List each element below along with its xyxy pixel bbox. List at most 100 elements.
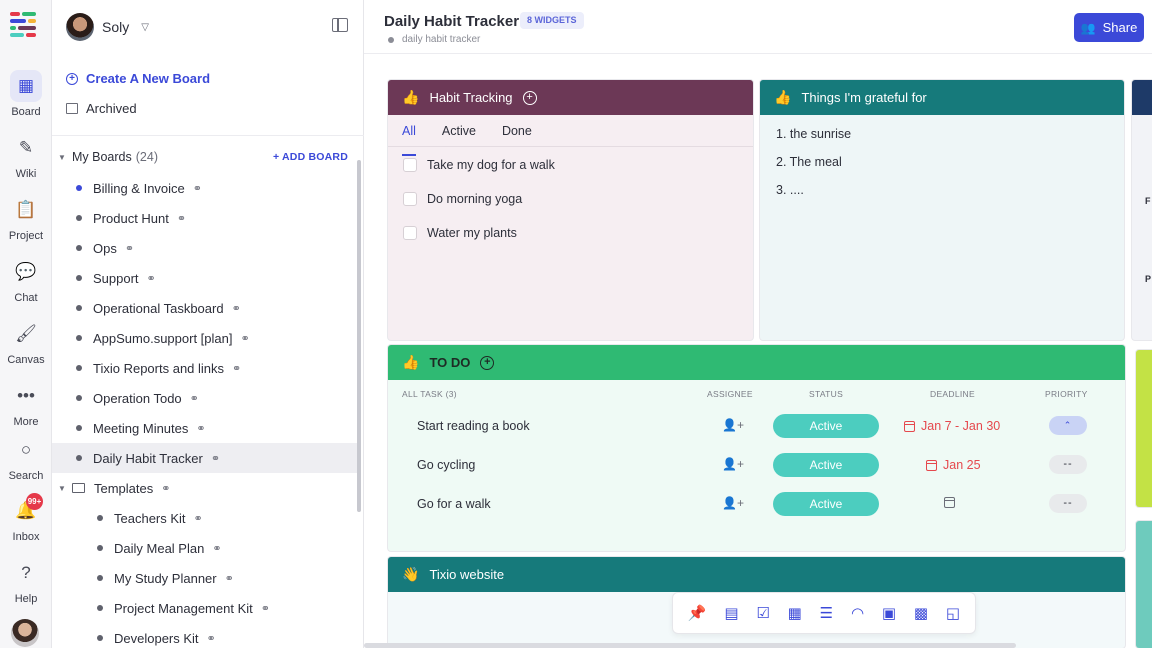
rail-wiki[interactable]: ✎ Wiki bbox=[0, 132, 52, 180]
share-icon[interactable]: ⚭ bbox=[190, 392, 199, 405]
sidebar-scrollbar[interactable] bbox=[357, 160, 361, 512]
sticky-note-icon[interactable]: ◱ bbox=[946, 604, 960, 622]
deadline[interactable]: Jan 25 bbox=[926, 458, 981, 472]
profile-avatar[interactable] bbox=[11, 619, 39, 647]
tab-done[interactable]: Done bbox=[502, 124, 532, 146]
board-item[interactable]: Billing & Invoice ⚭ bbox=[52, 173, 358, 203]
task-name[interactable]: Start reading a book bbox=[417, 419, 530, 433]
rail-chat[interactable]: 💬 Chat bbox=[0, 256, 52, 304]
task-name[interactable]: Go for a walk bbox=[417, 497, 491, 511]
board-item[interactable]: Operation Todo ⚭ bbox=[52, 383, 358, 413]
deadline[interactable]: Jan 7 - Jan 30 bbox=[904, 419, 1000, 433]
tixio-logo[interactable] bbox=[10, 12, 38, 40]
grateful-list[interactable]: 1. the sunrise 2. The meal 3. .... bbox=[760, 115, 1124, 223]
widget-title[interactable]: TO DO bbox=[429, 355, 470, 370]
rail-help[interactable]: ? Help bbox=[0, 557, 52, 605]
priority-badge[interactable]: ⌃ bbox=[1049, 416, 1087, 435]
board-item[interactable]: Product Hunt ⚭ bbox=[52, 203, 358, 233]
rail-project[interactable]: 📋 Project bbox=[0, 194, 52, 242]
board-item[interactable]: AppSumo.support [plan] ⚭ bbox=[52, 323, 358, 353]
template-item[interactable]: Daily Meal Plan ⚭ bbox=[52, 533, 358, 563]
share-icon[interactable]: ⚭ bbox=[177, 212, 186, 225]
share-icon[interactable]: ⚭ bbox=[261, 602, 270, 615]
archived-link[interactable]: Archived bbox=[66, 101, 137, 116]
board-description[interactable]: daily habit tracker bbox=[388, 34, 480, 45]
add-assignee-icon[interactable]: 👤+ bbox=[722, 457, 744, 471]
rail-search[interactable]: ○ Search bbox=[0, 434, 52, 482]
rail-canvas[interactable]: 🖌 Canvas bbox=[0, 318, 52, 366]
add-assignee-icon[interactable]: 👤+ bbox=[722, 418, 744, 432]
rss-icon[interactable]: ◠ bbox=[851, 604, 864, 622]
share-button[interactable]: 👥 Share bbox=[1074, 13, 1144, 42]
checkbox[interactable] bbox=[403, 158, 417, 172]
rail-board[interactable]: ▦ Board bbox=[0, 70, 52, 118]
share-icon[interactable]: ⚭ bbox=[212, 542, 221, 555]
page-title[interactable]: Daily Habit Tracker bbox=[384, 13, 519, 30]
board-item[interactable]: Tixio Reports and links ⚭ bbox=[52, 353, 358, 383]
widget-title[interactable]: Things I'm grateful for bbox=[801, 90, 926, 105]
document-icon[interactable]: ☰ bbox=[820, 604, 833, 622]
notebook-icon[interactable]: ▤ bbox=[724, 604, 738, 622]
share-icon[interactable]: ⚭ bbox=[232, 362, 241, 375]
rail-label: Wiki bbox=[15, 168, 37, 180]
board-item[interactable]: Operational Taskboard ⚭ bbox=[52, 293, 358, 323]
deadline[interactable] bbox=[944, 497, 961, 508]
board-item-selected[interactable]: Daily Habit Tracker ⚭ bbox=[52, 443, 358, 473]
canvas-scrollbar[interactable] bbox=[364, 643, 1016, 648]
share-icon[interactable]: ⚭ bbox=[193, 182, 202, 195]
checkbox[interactable] bbox=[403, 192, 417, 206]
share-icon[interactable]: ⚭ bbox=[125, 242, 134, 255]
checkbox[interactable] bbox=[403, 226, 417, 240]
template-item[interactable]: Project Management Kit ⚭ bbox=[52, 593, 358, 623]
priority-badge[interactable]: -- bbox=[1049, 494, 1087, 513]
caret-down-icon[interactable]: ▼ bbox=[58, 153, 72, 162]
add-assignee-icon[interactable]: 👤+ bbox=[722, 496, 744, 510]
layout-icon[interactable]: ▣ bbox=[882, 604, 896, 622]
priority-badge[interactable]: -- bbox=[1049, 455, 1087, 474]
template-item[interactable]: Developers Kit ⚭ bbox=[52, 623, 358, 653]
tab-all[interactable]: All bbox=[402, 124, 416, 156]
share-icon[interactable]: ⚭ bbox=[194, 512, 203, 525]
share-icon[interactable]: ⚭ bbox=[211, 452, 220, 465]
table-icon[interactable]: ▦ bbox=[788, 604, 802, 622]
checkbox-icon[interactable]: ☑ bbox=[756, 604, 769, 622]
create-board-button[interactable]: + Create A New Board bbox=[66, 71, 210, 86]
habit-label[interactable]: Take my dog for a walk bbox=[427, 158, 555, 172]
list-item: 2. The meal bbox=[776, 155, 842, 169]
habit-label[interactable]: Do morning yoga bbox=[427, 192, 522, 206]
add-item-icon[interactable]: + bbox=[522, 90, 537, 105]
add-task-icon[interactable]: + bbox=[480, 355, 495, 370]
calendar-icon[interactable]: ▩ bbox=[914, 604, 928, 622]
share-icon[interactable]: ⚭ bbox=[225, 572, 234, 585]
status-pill[interactable]: Active bbox=[773, 414, 879, 438]
user-switcher[interactable]: Soly ▽ bbox=[66, 12, 149, 42]
task-name[interactable]: Go cycling bbox=[417, 458, 475, 472]
board-item[interactable]: Support ⚭ bbox=[52, 263, 358, 293]
widget-title[interactable]: Habit Tracking bbox=[429, 90, 512, 105]
share-icon[interactable]: ⚭ bbox=[207, 632, 216, 645]
board-item[interactable]: Ops ⚭ bbox=[52, 233, 358, 263]
share-icon[interactable]: ⚭ bbox=[161, 482, 170, 495]
template-item[interactable]: My Study Planner ⚭ bbox=[52, 563, 358, 593]
section-count: (24) bbox=[135, 150, 158, 164]
tab-active[interactable]: Active bbox=[442, 124, 476, 146]
status-pill[interactable]: Active bbox=[773, 492, 879, 516]
todo-widget: 👍 TO DO + ALL TASK (3) ASSIGNEE STATUS D… bbox=[388, 345, 1125, 551]
widget-title[interactable]: Tixio website bbox=[429, 567, 504, 582]
templates-folder[interactable]: ▼ Templates ⚭ bbox=[52, 473, 358, 503]
table-row[interactable]: Start reading a book 👤+ Active Jan 7 - J… bbox=[388, 408, 1125, 447]
board-item[interactable]: Meeting Minutes ⚭ bbox=[52, 413, 358, 443]
share-icon[interactable]: ⚭ bbox=[196, 422, 205, 435]
table-row[interactable]: Go cycling 👤+ Active Jan 25 -- bbox=[388, 447, 1125, 486]
table-row[interactable]: Go for a walk 👤+ Active -- bbox=[388, 486, 1125, 525]
add-board-button[interactable]: + ADD BOARD bbox=[273, 151, 348, 163]
collapse-sidebar-icon[interactable] bbox=[332, 18, 348, 32]
status-pill[interactable]: Active bbox=[773, 453, 879, 477]
rail-more[interactable]: ••• More bbox=[0, 380, 52, 428]
pin-icon[interactable]: 📌 bbox=[688, 604, 707, 622]
share-icon[interactable]: ⚭ bbox=[147, 272, 156, 285]
share-icon[interactable]: ⚭ bbox=[232, 302, 241, 315]
template-item[interactable]: Teachers Kit ⚭ bbox=[52, 503, 358, 533]
habit-label[interactable]: Water my plants bbox=[427, 226, 517, 240]
share-icon[interactable]: ⚭ bbox=[240, 332, 249, 345]
